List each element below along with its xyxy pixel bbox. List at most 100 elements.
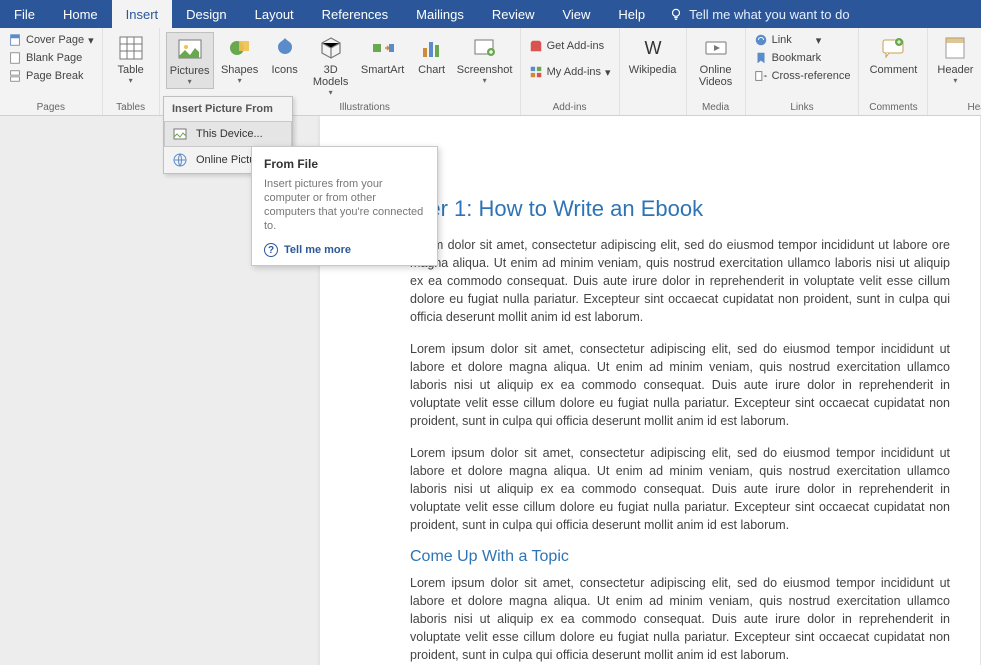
group-tables: Table ▾ Tables (103, 28, 160, 115)
body-paragraph: ipsum dolor sit amet, consectetur adipis… (410, 236, 950, 326)
cover-page-button[interactable]: Cover Page ▾ (6, 32, 96, 48)
group-links: Link ▾ Bookmark Cross-reference Links (746, 28, 860, 115)
get-addins-label: Get Add-ins (547, 40, 604, 52)
group-media: Online Videos Media (687, 28, 746, 115)
icons-button[interactable]: Icons (266, 32, 304, 78)
group-comments: Comment Comments (859, 28, 928, 115)
bookmark-icon (754, 51, 768, 65)
my-addins-label: My Add-ins (547, 66, 601, 78)
blank-page-label: Blank Page (26, 52, 82, 64)
table-icon (117, 34, 145, 62)
group-label-header-footer: Header & Footer (934, 100, 981, 113)
chart-button[interactable]: Chart (412, 32, 452, 78)
bookmark-button[interactable]: Bookmark (752, 50, 853, 66)
group-header-footer: Header ▾ Footer ▾ # Page Number ▾ Header… (928, 28, 981, 115)
header-icon (941, 34, 969, 62)
group-label-media: Media (693, 100, 739, 113)
group-pages: Cover Page ▾ Blank Page Page Break Pages (0, 28, 103, 115)
tooltip-body: Insert pictures from your computer or fr… (264, 177, 425, 233)
section-heading: Come Up With a Topic (410, 548, 950, 566)
tooltip-title: From File (264, 157, 425, 171)
tooltip-tell-me-more[interactable]: ? Tell me more (264, 243, 425, 257)
screenshot-label: Screenshot (457, 64, 513, 76)
group-label-comments: Comments (865, 100, 921, 113)
cube-icon (317, 34, 345, 62)
tab-mailings[interactable]: Mailings (402, 0, 478, 28)
pictures-label: Pictures (170, 65, 210, 77)
group-label-tables: Tables (109, 100, 153, 113)
tab-design[interactable]: Design (172, 0, 240, 28)
chevron-down-icon: ▾ (329, 88, 333, 97)
group-label-addins: Add-ins (527, 100, 613, 113)
device-picture-icon (172, 126, 188, 142)
tab-help[interactable]: Help (604, 0, 659, 28)
smartart-label: SmartArt (361, 64, 404, 76)
blank-page-icon (8, 51, 22, 65)
comment-label: Comment (870, 64, 918, 76)
chart-icon (418, 34, 446, 62)
icons-label: Icons (271, 64, 297, 76)
shapes-button[interactable]: Shapes ▾ (218, 32, 262, 87)
dropdown-this-device-label: This Device... (196, 128, 263, 140)
ribbon: Cover Page ▾ Blank Page Page Break Pages… (0, 28, 981, 116)
tab-file[interactable]: File (0, 0, 49, 28)
table-button[interactable]: Table ▾ (109, 32, 153, 87)
pictures-button[interactable]: Pictures ▾ (166, 32, 214, 89)
cross-reference-button[interactable]: Cross-reference (752, 68, 853, 84)
wikipedia-button[interactable]: W Wikipedia (626, 32, 680, 78)
page-break-label: Page Break (26, 70, 83, 82)
store-icon (529, 39, 543, 53)
comment-button[interactable]: Comment (865, 32, 921, 78)
link-label: Link (772, 34, 792, 46)
blank-page-button[interactable]: Blank Page (6, 50, 96, 66)
chevron-down-icon: ▾ (816, 34, 822, 47)
chevron-down-icon: ▾ (88, 34, 94, 47)
tab-home[interactable]: Home (49, 0, 112, 28)
tab-layout[interactable]: Layout (241, 0, 308, 28)
link-icon (754, 33, 768, 47)
svg-text:W: W (644, 38, 661, 58)
get-addins-button[interactable]: Get Add-ins (527, 38, 613, 54)
group-wikipedia: W Wikipedia (620, 28, 687, 115)
online-videos-button[interactable]: Online Videos (693, 32, 739, 90)
header-button[interactable]: Header ▾ (934, 32, 976, 87)
cover-page-label: Cover Page (26, 34, 84, 46)
icons-icon (271, 34, 299, 62)
menu-tabbar: File Home Insert Design Layout Reference… (0, 0, 981, 28)
chevron-down-icon: ▾ (483, 76, 487, 85)
smartart-icon (369, 34, 397, 62)
online-picture-icon (172, 152, 188, 168)
chevron-down-icon: ▾ (605, 66, 611, 79)
header-label: Header (937, 64, 973, 76)
picture-icon (176, 35, 204, 63)
my-addins-button[interactable]: My Add-ins ▾ (527, 64, 613, 80)
bookmark-label: Bookmark (772, 52, 822, 64)
comment-icon (879, 34, 907, 62)
group-label-links: Links (752, 100, 853, 113)
group-addins: Get Add-ins My Add-ins ▾ Add-ins (521, 28, 620, 115)
tell-me-search[interactable]: Tell me what you want to do (659, 0, 859, 28)
chevron-down-icon: ▾ (953, 76, 957, 85)
3d-models-button[interactable]: 3D Models ▾ (308, 32, 354, 99)
chapter-heading: pter 1: How to Write an Ebook (410, 196, 950, 222)
chevron-down-icon: ▾ (238, 76, 242, 85)
screenshot-button[interactable]: Screenshot ▾ (456, 32, 514, 87)
tab-view[interactable]: View (548, 0, 604, 28)
help-icon: ? (264, 243, 278, 257)
lightbulb-icon (669, 7, 683, 21)
tab-review[interactable]: Review (478, 0, 549, 28)
smartart-button[interactable]: SmartArt (358, 32, 408, 78)
cross-reference-label: Cross-reference (772, 70, 851, 82)
tab-references[interactable]: References (308, 0, 402, 28)
3d-models-label: 3D Models (313, 64, 348, 88)
group-label-pages: Pages (6, 100, 96, 113)
body-paragraph: Lorem ipsum dolor sit amet, consectetur … (410, 574, 950, 664)
page-break-button[interactable]: Page Break (6, 68, 96, 84)
shapes-label: Shapes (221, 64, 258, 76)
wikipedia-label: Wikipedia (629, 64, 677, 76)
cross-reference-icon (754, 69, 768, 83)
link-button[interactable]: Link ▾ (752, 32, 853, 48)
chart-label: Chart (418, 64, 445, 76)
dropdown-this-device[interactable]: This Device... (164, 121, 292, 147)
tab-insert[interactable]: Insert (112, 0, 173, 28)
